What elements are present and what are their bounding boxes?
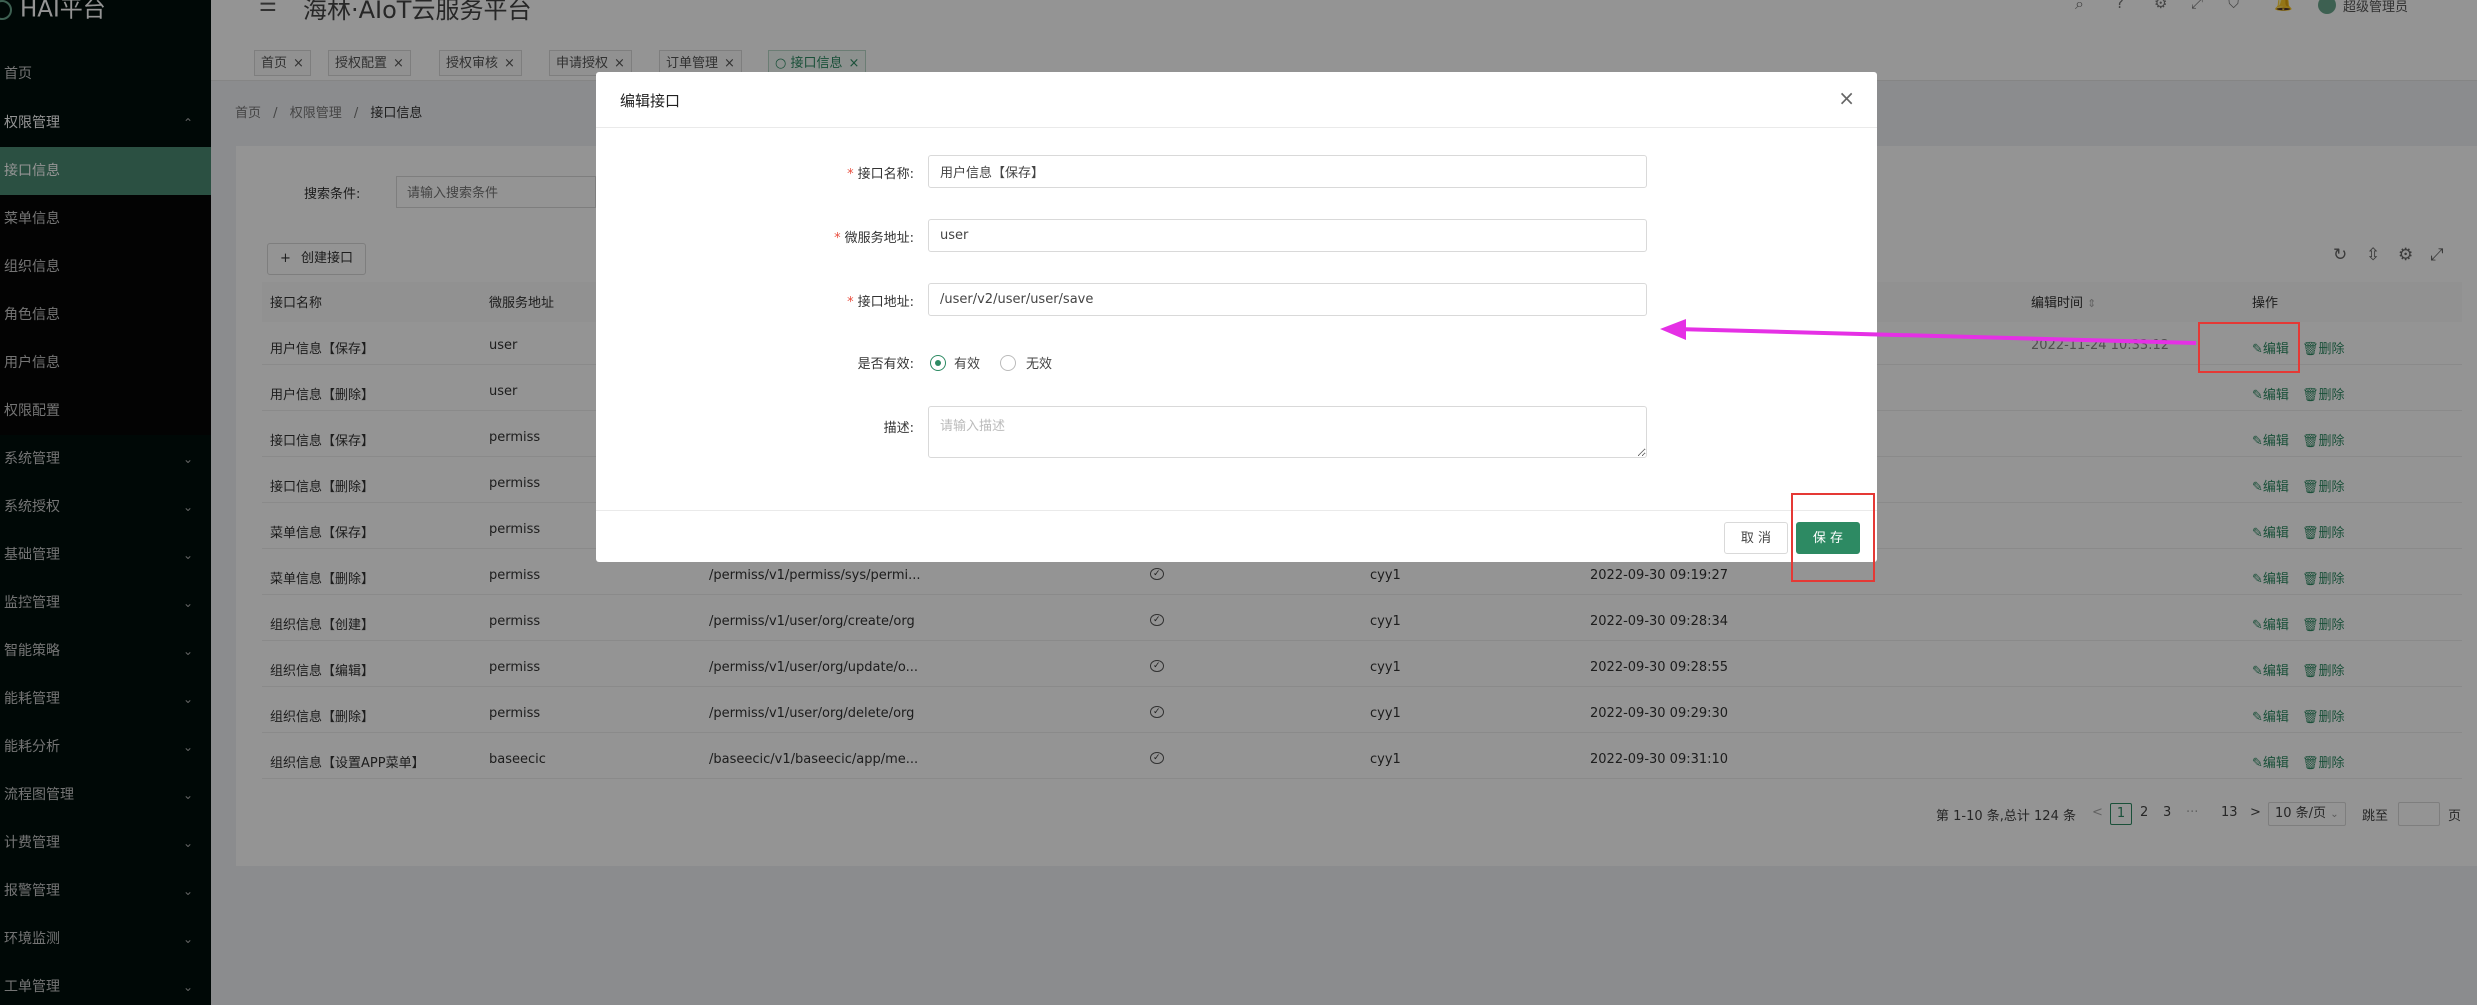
arrow-line <box>1675 327 2197 345</box>
arrowhead-icon <box>1660 319 1686 340</box>
annotation-arrow <box>1660 319 2197 345</box>
